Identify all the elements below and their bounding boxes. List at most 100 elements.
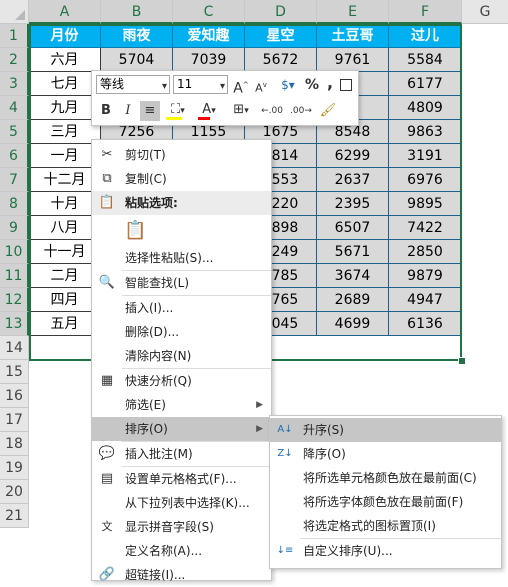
column-header-f[interactable]: F — [389, 0, 462, 24]
table-header-cell[interactable]: 土豆哥 — [317, 24, 389, 48]
value-cell[interactable]: 9879 — [389, 264, 462, 288]
menu-item-delete[interactable]: 删除(D)... — [92, 320, 271, 344]
table-header-cell[interactable]: 星空 — [245, 24, 317, 48]
format-painter-button[interactable]: 🖌 — [318, 101, 338, 121]
comma-button[interactable]: , — [324, 73, 336, 93]
table-header-cell[interactable]: 雨夜 — [101, 24, 173, 48]
value-cell[interactable]: 5672 — [245, 48, 317, 72]
row-header[interactable]: 9 — [0, 216, 29, 240]
italic-button[interactable]: I — [119, 101, 137, 121]
paste-option-button[interactable]: 📋 — [92, 216, 271, 246]
menu-item-font-color-on-top[interactable]: 将所选字体颜色放在最前面(F) — [270, 490, 501, 514]
increase-decimal-button[interactable]: ←.00 — [260, 101, 284, 121]
row-header[interactable]: 13 — [0, 312, 29, 336]
menu-item-quick-analysis[interactable]: ▦ 快速分析(Q) — [92, 369, 271, 393]
menu-item-custom-sort[interactable]: ↓≡ 自定义排序(U)... — [270, 539, 501, 563]
menu-item-sort[interactable]: 排序(O) ▶ — [92, 417, 271, 441]
menu-item-copy[interactable]: ⧉ 复制(C) — [92, 167, 271, 191]
value-cell[interactable]: 5704 — [101, 48, 173, 72]
borders-button[interactable]: ⊞▾ — [228, 100, 254, 120]
row-header[interactable]: 18 — [0, 432, 29, 456]
menu-item-insert[interactable]: 插入(I)... — [92, 296, 271, 320]
value-cell[interactable]: 9863 — [389, 120, 462, 144]
menu-item-insert-comment[interactable]: 💬 插入批注(M) — [92, 442, 271, 466]
value-cell[interactable]: 2689 — [317, 288, 389, 312]
menu-item-paste-special[interactable]: 选择性粘贴(S)... — [92, 246, 271, 270]
row-header[interactable]: 20 — [0, 480, 29, 504]
value-cell[interactable]: 2637 — [317, 168, 389, 192]
column-header-b[interactable]: B — [101, 0, 173, 24]
chevron-down-icon[interactable]: ▾ — [220, 78, 225, 95]
value-cell[interactable]: 3674 — [317, 264, 389, 288]
value-cell[interactable]: 2850 — [389, 240, 462, 264]
value-cell[interactable]: 7039 — [173, 48, 245, 72]
value-cell[interactable]: 9895 — [389, 192, 462, 216]
value-cell[interactable]: 5671 — [317, 240, 389, 264]
value-cell[interactable]: 4947 — [389, 288, 462, 312]
menu-item-filter[interactable]: 筛选(E) ▶ — [92, 393, 271, 417]
row-header[interactable]: 3 — [0, 72, 29, 96]
row-header[interactable]: 19 — [0, 456, 29, 480]
row-header[interactable]: 15 — [0, 360, 29, 384]
row-header[interactable]: 12 — [0, 288, 29, 312]
value-cell[interactable]: 7422 — [389, 216, 462, 240]
menu-item-show-phonetic[interactable]: 文 显示拼音字段(S) — [92, 515, 271, 539]
value-cell[interactable]: 3191 — [389, 144, 462, 168]
column-header-d[interactable]: D — [245, 0, 317, 24]
bold-button[interactable]: B — [97, 101, 115, 121]
value-cell[interactable]: 6976 — [389, 168, 462, 192]
row-header[interactable]: 11 — [0, 264, 29, 288]
table-header-cell[interactable]: 过儿 — [389, 24, 462, 48]
chevron-down-icon[interactable]: ▾ — [162, 78, 167, 95]
menu-item-cell-color-on-top[interactable]: 将所选单元格颜色放在最前面(C) — [270, 466, 501, 490]
menu-item-define-name[interactable]: 定义名称(A)... — [92, 539, 271, 563]
value-cell[interactable]: 4699 — [317, 312, 389, 336]
menu-item-pick-from-list[interactable]: 从下拉列表中选择(K)... — [92, 491, 271, 515]
row-header[interactable]: 7 — [0, 168, 29, 192]
value-cell[interactable]: 9761 — [317, 48, 389, 72]
row-header[interactable]: 1 — [0, 24, 29, 48]
row-header[interactable]: 6 — [0, 144, 29, 168]
merge-center-button[interactable] — [338, 75, 354, 95]
menu-item-icon-on-top[interactable]: 将选定格式的图标置顶(I) — [270, 514, 501, 538]
menu-item-smart-lookup[interactable]: 🔍 智能查找(L) — [92, 271, 271, 295]
accounting-format-button[interactable]: $▾ — [274, 75, 302, 95]
row-header[interactable]: 2 — [0, 48, 29, 72]
value-cell[interactable]: 6177 — [389, 72, 462, 96]
menu-item-cut[interactable]: ✂ 剪切(T) — [92, 143, 271, 167]
row-header[interactable]: 17 — [0, 408, 29, 432]
column-header-a[interactable]: A — [29, 0, 101, 24]
align-center-button[interactable]: ≡ — [140, 101, 160, 121]
menu-item-format-cells[interactable]: ▤ 设置单元格格式(F)... — [92, 467, 271, 491]
table-header-cell[interactable]: 月份 — [29, 24, 101, 48]
value-cell[interactable]: 2395 — [317, 192, 389, 216]
column-header-c[interactable]: C — [173, 0, 245, 24]
decrease-decimal-button[interactable]: .00→ — [288, 101, 314, 121]
font-name-box[interactable]: 等线 ▾ — [96, 75, 170, 94]
row-header[interactable]: 16 — [0, 384, 29, 408]
month-cell[interactable]: 六月 — [29, 48, 101, 72]
column-header-g[interactable]: G — [462, 0, 508, 24]
row-header[interactable]: 21 — [0, 504, 29, 528]
row-header[interactable]: 14 — [0, 336, 29, 360]
menu-item-hyperlink[interactable]: 🔗 超链接(I)... — [92, 563, 271, 587]
value-cell[interactable]: 4809 — [389, 96, 462, 120]
font-size-box[interactable]: 11 ▾ — [173, 75, 228, 94]
menu-item-clear-contents[interactable]: 清除内容(N) — [92, 344, 271, 368]
row-header[interactable]: 8 — [0, 192, 29, 216]
row-header[interactable]: 10 — [0, 240, 29, 264]
value-cell[interactable]: 6507 — [317, 216, 389, 240]
row-header[interactable]: 4 — [0, 96, 29, 120]
row-header[interactable]: 5 — [0, 120, 29, 144]
menu-item-sort-descending[interactable]: Z↓ 降序(O) — [270, 442, 501, 466]
grow-font-button[interactable]: A^ — [232, 75, 250, 97]
value-cell[interactable]: 5584 — [389, 48, 462, 72]
menu-item-sort-ascending[interactable]: A↓ 升序(S) — [270, 418, 501, 442]
select-all-corner[interactable] — [0, 0, 29, 24]
fill-handle[interactable] — [458, 357, 466, 365]
column-header-e[interactable]: E — [317, 0, 389, 24]
shrink-font-button[interactable]: Av — [252, 75, 270, 95]
value-cell[interactable]: 6136 — [389, 312, 462, 336]
percent-button[interactable]: % — [304, 75, 320, 95]
table-header-cell[interactable]: 爱知趣 — [173, 24, 245, 48]
